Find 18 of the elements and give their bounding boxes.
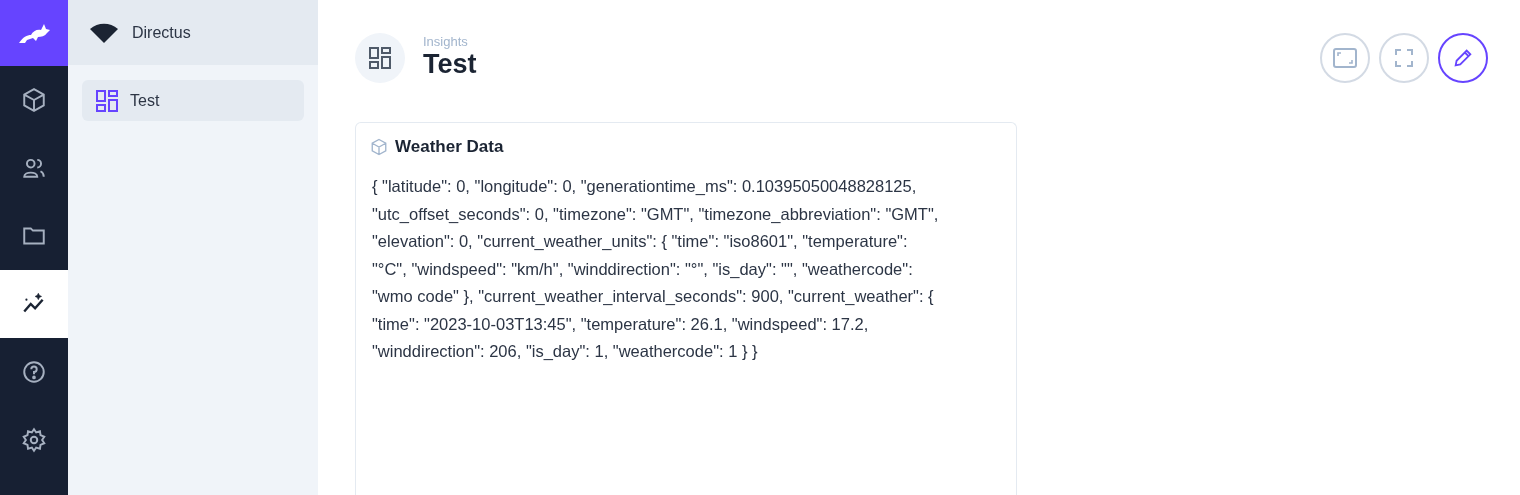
dashboard-icon (369, 47, 391, 69)
cube-icon (21, 87, 47, 113)
frame-icon (1333, 48, 1357, 68)
pencil-icon (1452, 47, 1474, 69)
breadcrumb: Insights (423, 34, 469, 49)
dashboard-item[interactable]: Test (82, 80, 304, 121)
dashboard-icon (96, 89, 118, 112)
settings-icon (21, 427, 47, 453)
help-icon (21, 359, 47, 385)
logo-tile[interactable] (0, 0, 68, 66)
panel-title: Weather Data (395, 137, 504, 157)
json-text: { "latitude": 0, "longitude": 0, "generationtime_ms": 0.10395050048828125, "utc_offset_seconds": 0, "timezone": "GMT", "timezone_abbreviation": "GMT", "elevation": 0, "current_weather_units": { "time": "iso8601", "temperature": "°C", "windspeed": "km/h", "winddirection": "°", "is_day": "", "weathercode": "wmo code" }, "current_weather_interval_seconds": 900, "current_weather": { "time": "2023-10-03T13:45", "temperature": 26.1, "windspeed": 17.2, "winddirection": 206, "is_day": 1, "weathercode": 1 } } (372, 176, 940, 362)
cube-icon (370, 138, 388, 156)
page-title: Test (423, 49, 477, 80)
project-name: Directus (132, 23, 191, 42)
edit-button[interactable] (1438, 33, 1488, 83)
fullscreen-icon (1395, 49, 1413, 67)
wifi-project-icon (90, 22, 118, 43)
